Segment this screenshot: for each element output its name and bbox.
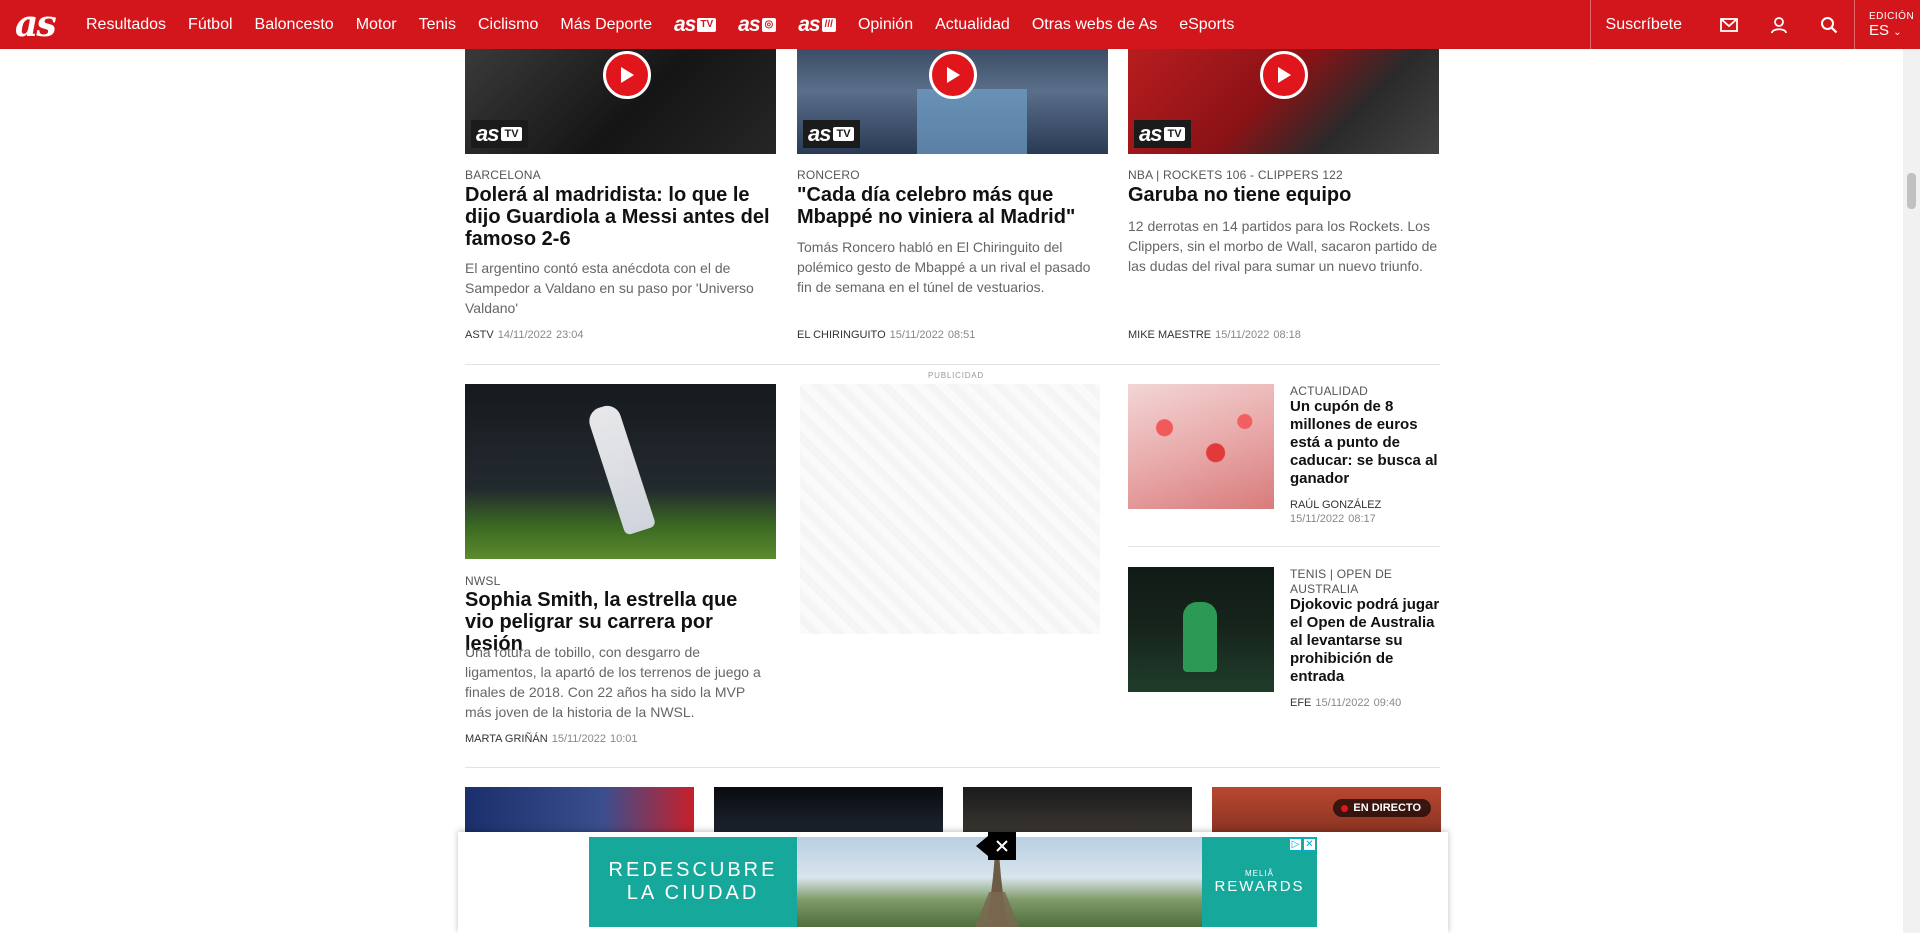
row3-thumb-3[interactable] bbox=[963, 787, 1192, 833]
nav-baloncesto[interactable]: Baloncesto bbox=[244, 16, 345, 34]
article-headline[interactable]: Djokovic podrá jugar el Open de Australi… bbox=[1290, 596, 1440, 686]
sticky-ad-container: REDESCUBRE LA CIUDAD MELIÃ REWARDS ▷ ✕ bbox=[458, 832, 1448, 933]
banner-left-panel: REDESCUBRE LA CIUDAD bbox=[589, 837, 797, 927]
top-navigation: as Resultados Fútbol Baloncesto Motor Te… bbox=[0, 0, 1920, 49]
video-thumbnail-rockets[interactable]: as TV bbox=[1128, 49, 1439, 154]
play-icon[interactable] bbox=[929, 51, 977, 99]
article-headline[interactable]: "Cada día celebro más que Mbappé no vini… bbox=[797, 184, 1109, 228]
article-summary: Tomás Roncero habló en El Chiringuito de… bbox=[797, 239, 1091, 295]
nav-actions: Suscríbete EDICIÓN ES ⌄ bbox=[1589, 0, 1920, 49]
article-kicker[interactable]: ACTUALIDAD bbox=[1290, 384, 1368, 398]
side-image-lottery[interactable] bbox=[1128, 384, 1274, 509]
nav-resultados[interactable]: Resultados bbox=[75, 16, 177, 34]
page-scrollbar[interactable] bbox=[1903, 49, 1920, 933]
as-photo-logo[interactable]: as ◎ bbox=[727, 13, 787, 37]
article-datetime: 15/11/2022 08:17 bbox=[1290, 513, 1376, 525]
row3-thumb-2[interactable] bbox=[714, 787, 943, 833]
close-icon[interactable] bbox=[988, 832, 1016, 860]
banner-ad[interactable]: REDESCUBRE LA CIUDAD MELIÃ REWARDS ▷ ✕ bbox=[589, 837, 1317, 927]
article-kicker[interactable]: NWSL bbox=[465, 574, 500, 588]
article-kicker[interactable]: TENIS | OPEN DE AUSTRALIA bbox=[1290, 567, 1440, 597]
nav-opinion[interactable]: Opinión bbox=[847, 16, 924, 34]
section-divider bbox=[465, 767, 1440, 768]
side-image-djokovic[interactable] bbox=[1128, 567, 1274, 692]
side-divider bbox=[1128, 546, 1440, 547]
nav-ciclismo[interactable]: Ciclismo bbox=[467, 16, 549, 34]
article-kicker[interactable]: BARCELONA bbox=[465, 168, 541, 182]
player-figure bbox=[585, 402, 657, 536]
video-thumbnail-roncero[interactable]: as TV bbox=[797, 49, 1108, 154]
edition-value: ES ⌄ bbox=[1869, 21, 1902, 39]
article-byline: MARTA GRIÑÁN 15/11/2022 10:01 bbox=[465, 733, 638, 745]
search-icon[interactable] bbox=[1804, 0, 1854, 49]
mail-icon[interactable] bbox=[1704, 0, 1754, 49]
close-tab-shape bbox=[976, 836, 988, 856]
ad-placeholder bbox=[800, 384, 1100, 634]
video-thumbnail-guardiola[interactable]: as TV bbox=[465, 49, 776, 154]
article-headline[interactable]: Dolerá al madridista: lo que le dijo Gua… bbox=[465, 184, 775, 250]
court-area bbox=[917, 89, 1027, 154]
article-byline: EL CHIRINGUITO 15/11/2022 08:51 bbox=[797, 329, 976, 341]
live-dot-icon bbox=[1341, 804, 1349, 812]
adchoices-icon[interactable]: ▷ ✕ bbox=[1289, 838, 1316, 851]
play-icon[interactable] bbox=[1260, 51, 1308, 99]
feature-image-sophia-smith[interactable] bbox=[465, 384, 776, 559]
article-author: RAÚL GONZÁLEZ bbox=[1290, 499, 1382, 511]
subscribe-button[interactable]: Suscríbete bbox=[1589, 0, 1704, 49]
article-byline: EFE 15/11/2022 09:40 bbox=[1290, 697, 1402, 709]
article-kicker[interactable]: NBA | ROCKETS 106 - CLIPPERS 122 bbox=[1128, 168, 1343, 182]
main-nav: Resultados Fútbol Baloncesto Motor Tenis… bbox=[75, 0, 1245, 49]
edition-label: EDICIÓN bbox=[1869, 10, 1915, 22]
article-headline[interactable]: Garuba no tiene equipo bbox=[1128, 184, 1440, 206]
article-byline: MIKE MAESTRE 15/11/2022 08:18 bbox=[1128, 329, 1301, 341]
as-logo[interactable]: as bbox=[15, 0, 75, 49]
nav-tenis[interactable]: Tenis bbox=[408, 16, 467, 34]
play-icon[interactable] bbox=[603, 51, 651, 99]
user-icon[interactable] bbox=[1754, 0, 1804, 49]
nav-actualidad[interactable]: Actualidad bbox=[924, 16, 1021, 34]
article-summary: El argentino contó esta anécdota con el … bbox=[465, 260, 754, 316]
article-summary: 12 derrotas en 14 partidos para los Rock… bbox=[1128, 218, 1438, 274]
section-divider bbox=[465, 364, 1440, 365]
astv-badge: as TV bbox=[471, 120, 528, 148]
astv-badge: as TV bbox=[803, 120, 860, 148]
live-badge: EN DIRECTO bbox=[1333, 799, 1431, 817]
article-kicker[interactable]: RONCERO bbox=[797, 168, 860, 182]
row3-thumb-4[interactable]: EN DIRECTO bbox=[1212, 787, 1441, 833]
article-summary: Una rotura de tobillo, con desgarro de l… bbox=[465, 644, 761, 720]
nav-esports[interactable]: eSports bbox=[1168, 16, 1245, 34]
as-audio-logo[interactable]: as/// bbox=[787, 13, 847, 37]
article-byline: ASTV 14/11/2022 23:04 bbox=[465, 329, 584, 341]
player-figure bbox=[1183, 602, 1217, 672]
chevron-down-icon: ⌄ bbox=[1893, 26, 1902, 38]
row3-thumb-1[interactable] bbox=[465, 787, 694, 833]
nav-motor[interactable]: Motor bbox=[345, 16, 408, 34]
as-tv-logo[interactable]: as TV bbox=[663, 13, 727, 37]
scrollbar-thumb[interactable] bbox=[1907, 173, 1916, 209]
astv-badge: as TV bbox=[1134, 120, 1191, 148]
nav-futbol[interactable]: Fútbol bbox=[177, 16, 243, 34]
nav-mas-deporte[interactable]: Más Deporte bbox=[549, 16, 663, 34]
edition-selector[interactable]: EDICIÓN ES ⌄ bbox=[1854, 0, 1920, 49]
article-headline[interactable]: Un cupón de 8 millones de euros está a p… bbox=[1290, 398, 1440, 488]
advertising-label: PUBLICIDAD bbox=[928, 371, 985, 380]
nav-otras-webs[interactable]: Otras webs de As bbox=[1021, 16, 1168, 34]
